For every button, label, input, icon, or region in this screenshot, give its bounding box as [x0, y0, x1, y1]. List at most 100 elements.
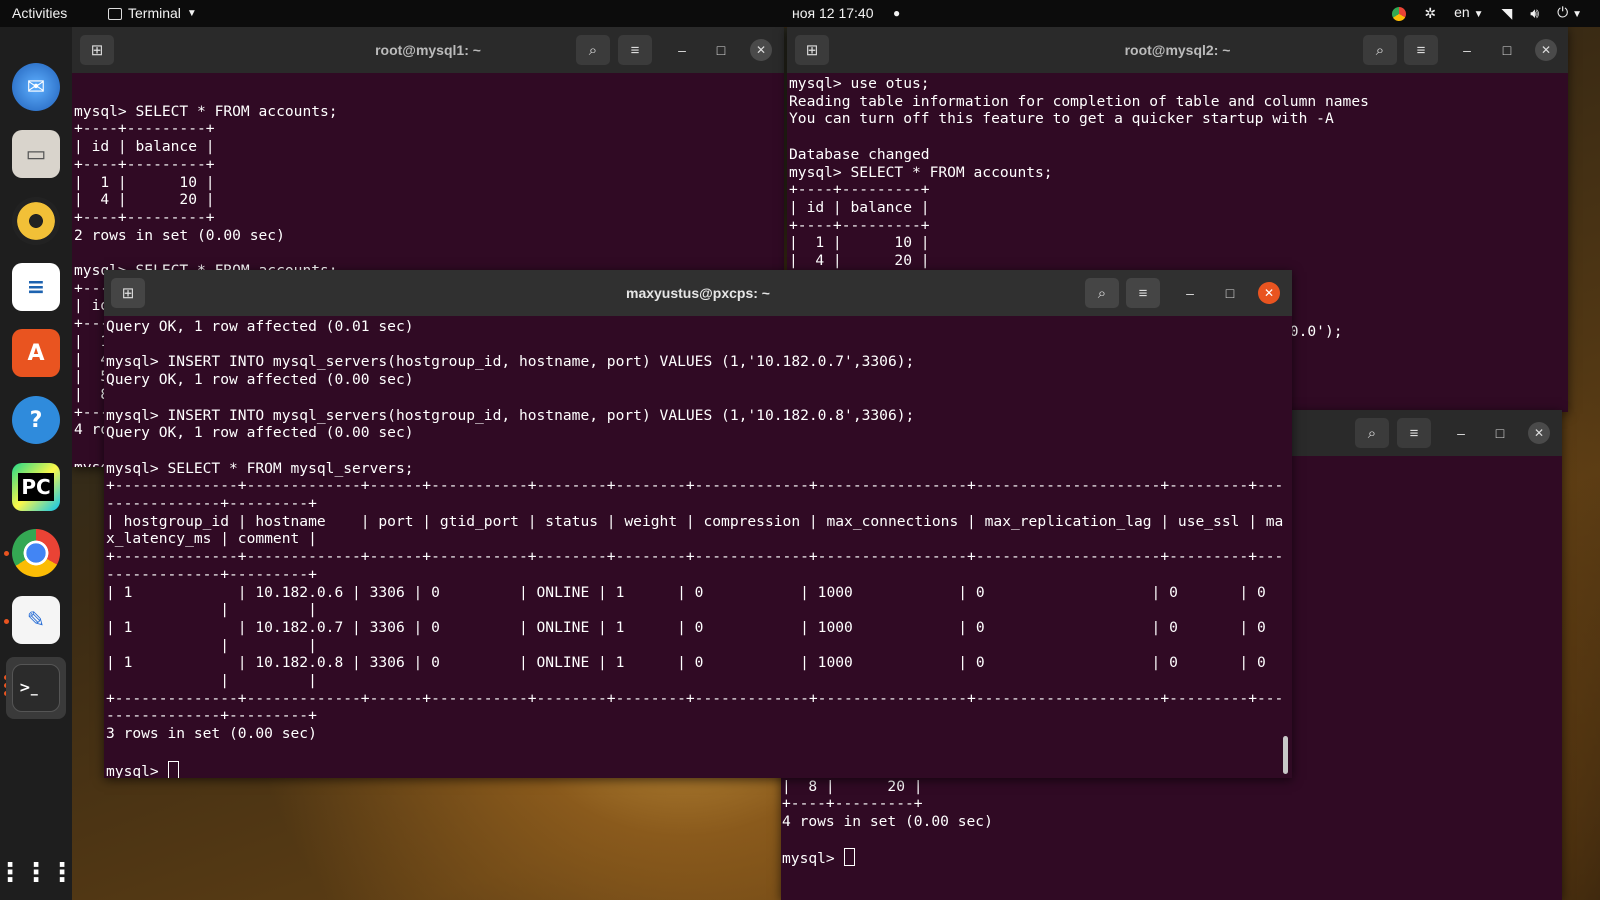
- volume-icon[interactable]: 🔊︎: [1530, 0, 1539, 27]
- running-indicator: [4, 551, 9, 556]
- close-button[interactable]: ✕: [1535, 39, 1557, 61]
- terminal-line: | id | balance |: [74, 138, 215, 156]
- files-icon[interactable]: ▭: [12, 130, 60, 178]
- search-button[interactable]: ⌕: [1355, 418, 1389, 448]
- system-tray: ✲ en ▼ ◥ 🔊︎ ⏻ ▼: [1392, 0, 1582, 27]
- app-menu-label: Terminal: [128, 5, 181, 21]
- menu-button[interactable]: ≡: [1404, 35, 1438, 65]
- rhythmbox-icon[interactable]: [12, 197, 60, 245]
- maximize-button[interactable]: □: [1490, 423, 1510, 443]
- titlebar[interactable]: ⊞ root@mysql1: ~ ⌕ ≡ – □ ✕: [72, 27, 784, 73]
- show-applications-icon[interactable]: ⋮⋮⋮: [0, 849, 75, 897]
- close-button[interactable]: ✕: [750, 39, 772, 61]
- search-button[interactable]: ⌕: [1085, 278, 1119, 308]
- terminal-line: mysql>: [106, 762, 168, 778]
- terminal-line: x_latency_ms | comment |: [106, 530, 317, 548]
- pycharm-icon[interactable]: PC: [12, 463, 60, 511]
- terminal-line: | id | balance |: [789, 198, 930, 216]
- language-selector[interactable]: en ▼: [1454, 0, 1483, 28]
- terminal-line: | 8 | 20 |: [782, 777, 923, 795]
- close-button[interactable]: ✕: [1258, 282, 1280, 304]
- terminal-line: mysql> INSERT INTO mysql_servers(hostgro…: [106, 353, 915, 371]
- power-icon: ⏻: [1557, 4, 1569, 20]
- terminal-line: Reading table information for completion…: [789, 92, 1369, 110]
- menu-button[interactable]: ≡: [618, 35, 652, 65]
- terminal-line: | 1 | 10.182.0.6 | 3306 | 0 | ONLINE | 1…: [106, 583, 1266, 601]
- terminal-line: Query OK, 1 row affected (0.00 sec): [106, 371, 414, 389]
- power-menu[interactable]: ⏻ ▼: [1557, 0, 1582, 28]
- app-menu[interactable]: Terminal ▼: [108, 0, 197, 27]
- titlebar[interactable]: ⊞ maxyustus@pxcps: ~ ⌕ ≡ – □ ✕: [104, 270, 1292, 316]
- scrollbar[interactable]: [1283, 736, 1288, 774]
- chevron-down-icon: ▼: [1572, 9, 1582, 20]
- close-button[interactable]: ✕: [1528, 422, 1550, 444]
- clock[interactable]: ноя 12 17:40: [792, 0, 873, 27]
- minimize-button[interactable]: –: [1451, 423, 1471, 443]
- terminal-line: mysql> SELECT * FROM accounts;: [74, 102, 338, 120]
- minimize-button[interactable]: –: [672, 40, 692, 60]
- terminal-line: -------------+---------+: [106, 495, 317, 513]
- terminal-line: Query OK, 1 row affected (0.00 sec): [106, 424, 414, 442]
- software-icon[interactable]: A: [12, 329, 60, 377]
- titlebar[interactable]: ⊞ root@mysql2: ~ ⌕ ≡ – □ ✕: [787, 27, 1568, 73]
- terminal-line: 2 rows in set (0.00 sec): [74, 226, 285, 244]
- terminal-line: +----+---------+: [782, 795, 923, 813]
- terminal-line: +----+---------+: [74, 208, 215, 226]
- terminal-line: Query OK, 1 row affected (0.01 sec): [106, 318, 414, 335]
- terminal-line: +--------------+-------------+------+---…: [106, 689, 1284, 707]
- wifi-icon[interactable]: ◥: [1502, 0, 1513, 27]
- terminal-line: | |: [106, 636, 317, 654]
- chevron-down-icon: ▼: [1473, 9, 1484, 20]
- maximize-button[interactable]: □: [1220, 283, 1240, 303]
- terminal-line: mysql> use otus;: [789, 75, 930, 92]
- minimize-button[interactable]: –: [1180, 283, 1200, 303]
- terminal-line: mysql> SELECT * FROM accounts;: [789, 163, 1053, 181]
- maximize-button[interactable]: □: [711, 40, 731, 60]
- menu-button[interactable]: ≡: [1126, 278, 1160, 308]
- terminal-line: mysql>: [782, 850, 844, 868]
- minimize-button[interactable]: –: [1457, 40, 1477, 60]
- search-button[interactable]: ⌕: [1363, 35, 1397, 65]
- terminal-line: +----+---------+: [789, 216, 930, 234]
- menu-button[interactable]: ≡: [1397, 418, 1431, 448]
- chrome-tray-icon[interactable]: [1392, 6, 1407, 21]
- terminal-line: | 1 | 10 |: [74, 173, 215, 191]
- terminal-line: Database changed: [789, 145, 930, 163]
- maximize-button[interactable]: □: [1497, 40, 1517, 60]
- running-indicator: [4, 619, 9, 624]
- thunderbird-icon[interactable]: ✉: [12, 63, 60, 111]
- terminal-line: -------------+---------+: [106, 707, 317, 725]
- terminal-line: +----+---------+: [789, 181, 930, 199]
- terminal-line: | hostgroup_id | hostname | port | gtid_…: [106, 512, 1284, 530]
- search-button[interactable]: ⌕: [576, 35, 610, 65]
- language-label: en: [1454, 4, 1470, 20]
- terminal-line: +----+---------+: [74, 155, 215, 173]
- text-editor-icon[interactable]: ✎: [12, 596, 60, 644]
- terminal-line: 4 rows in set (0.00 sec): [782, 813, 993, 831]
- terminal-line: | 1 | 10.182.0.7 | 3306 | 0 | ONLINE | 1…: [106, 618, 1266, 636]
- help-icon[interactable]: ?: [12, 396, 60, 444]
- terminal-line: 3 rows in set (0.00 sec): [106, 725, 317, 743]
- terminal-window-main[interactable]: ⊞ maxyustus@pxcps: ~ ⌕ ≡ – □ ✕ Query OK,…: [104, 270, 1292, 778]
- terminal-line: +----+---------+: [74, 120, 215, 138]
- terminal-small-icon: [108, 7, 122, 20]
- window-title: root@mysql2: ~: [1124, 42, 1231, 58]
- network-manager-icon[interactable]: ✲: [1424, 0, 1436, 27]
- terminal-line: | 4 | 20 |: [74, 191, 215, 209]
- activities-button[interactable]: Activities: [12, 0, 67, 27]
- text-cursor: [167, 760, 179, 778]
- chrome-icon[interactable]: [12, 529, 60, 577]
- notification-dot-icon: ●: [893, 6, 901, 20]
- terminal-line: | 1 | 10.182.0.8 | 3306 | 0 | ONLINE | 1…: [106, 654, 1266, 672]
- terminal-line: | |: [106, 672, 317, 690]
- text-cursor: [843, 848, 855, 867]
- terminal-line: mysql> INSERT INTO mysql_servers(hostgro…: [106, 406, 915, 424]
- terminal-line: | 4 | 20 |: [789, 252, 930, 270]
- terminal-line: -------------+---------+: [106, 565, 317, 583]
- terminal-output[interactable]: Query OK, 1 row affected (0.01 sec) mysq…: [106, 318, 1292, 778]
- terminal-line: You can turn off this feature to get a q…: [789, 110, 1334, 128]
- writer-icon[interactable]: ≡: [12, 263, 60, 311]
- terminal-line: | |: [106, 601, 317, 619]
- terminal-icon[interactable]: >_: [12, 664, 60, 712]
- terminal-line: +--------------+-------------+------+---…: [106, 548, 1284, 566]
